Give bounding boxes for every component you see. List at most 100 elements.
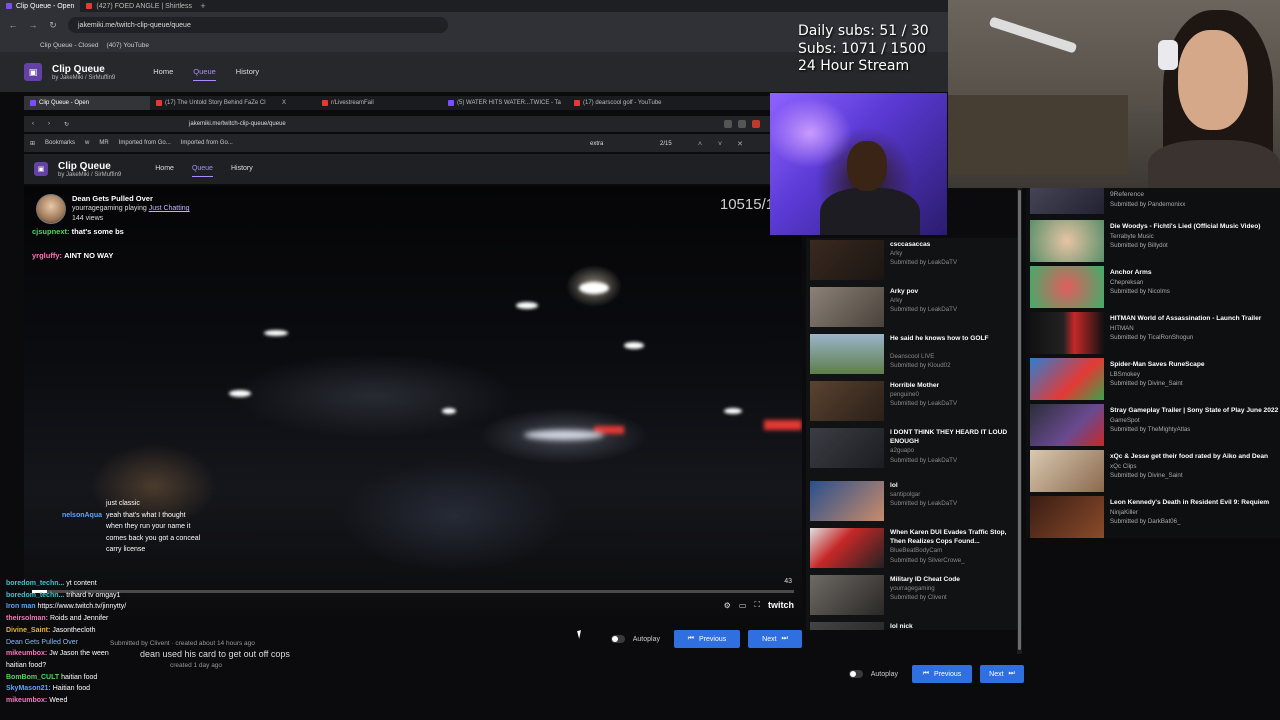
queue-item[interactable]: Horrible Mother penguine0 Submitted by L… (810, 379, 1016, 423)
chat-user: theirsolman: (6, 615, 49, 623)
queue-item[interactable]: Anchor Arms Chepreksan Submitted by Nico… (1030, 266, 1280, 310)
queue-item[interactable]: lol nick (810, 620, 1016, 630)
inner-tab[interactable]: (17) The Untold Story Behind FaZe Cl (150, 96, 276, 110)
queue-item-text: HITMAN World of Assassination - Launch T… (1110, 314, 1280, 343)
queue-item-text: 9Reference Submitted by Pandemonixx (1110, 190, 1280, 209)
fullscreen-icon[interactable]: ⛶ (754, 600, 760, 610)
queue-item-channel: a2guapo (890, 447, 915, 455)
nav-queue[interactable]: Queue (191, 161, 213, 177)
inner-tab[interactable]: Clip Queue - Open (24, 96, 150, 110)
nav-history[interactable]: History (231, 161, 253, 177)
chat-message: Roids and Jennifer (49, 615, 109, 623)
queue-item-text: Military ID Cheat Code yourragegaming Su… (890, 575, 1014, 603)
previous-icon: ⏮ (687, 635, 695, 642)
inner-tab[interactable]: r/LivestreamFail (316, 96, 442, 110)
extension-icon[interactable] (738, 120, 746, 128)
queue-item[interactable]: HITMAN World of Assassination - Launch T… (1030, 312, 1280, 356)
previous-button[interactable]: ⏮ Previous (912, 665, 972, 683)
queue-item-text: lol nick (890, 622, 1014, 630)
queue-item[interactable]: He said he knows how to GOLF Deanscool L… (810, 332, 1016, 376)
extension-icon[interactable] (752, 120, 760, 128)
autoplay-toggle[interactable] (848, 670, 863, 678)
nav-queue[interactable]: Queue (193, 63, 216, 81)
twitch-wordmark[interactable]: twitch (768, 600, 794, 610)
queue-item[interactable]: Stray Gameplay Trailer | Sony State of P… (1030, 404, 1280, 448)
back-arrow-icon[interactable]: ‹ (32, 121, 34, 127)
find-previous-icon[interactable]: ˄ (690, 141, 710, 148)
nav-home[interactable]: Home (153, 63, 173, 81)
outer-tab-clip-queue[interactable]: Clip Queue - Open (0, 0, 81, 12)
scrollbar-thumb[interactable] (1018, 190, 1021, 650)
queue-item[interactable]: I DONT THINK THEY HEARD IT LOUD ENOUGH a… (810, 426, 1016, 470)
chat-user: Iron man (6, 603, 36, 611)
queue-item[interactable]: Leon Kennedy's Death in Resident Evil 9:… (1030, 496, 1280, 538)
chat-line: carry license (30, 544, 200, 556)
settings-gear-icon[interactable]: ⚙ (724, 601, 731, 610)
queue-item[interactable]: When Karen DUI Evades Traffic Stop, Then… (810, 526, 1016, 570)
outer-address-bar[interactable]: jakemiki.me/twitch-clip-queue/queue (68, 17, 448, 33)
app-title: Clip Queue (58, 160, 111, 172)
back-arrow-icon[interactable]: ← (8, 20, 18, 30)
queue-item[interactable]: csccasaccas Arky Submitted by LeakDaTV (810, 238, 1016, 282)
inner-tab[interactable]: (17) dearscool golf - YouTube (568, 96, 694, 110)
queue-item-title: csccasaccas (890, 241, 931, 248)
queue-item[interactable]: Military ID Cheat Code yourragegaming Su… (810, 573, 1016, 617)
daily-subs: Daily subs: 51 / 30 (798, 23, 929, 39)
apps-grid-icon[interactable]: ⊞ (30, 140, 35, 147)
outer-tab-youtube[interactable]: (427) FOED ANGLE | Shirtless (80, 0, 198, 12)
find-input[interactable]: extra (580, 141, 660, 147)
chat-message: yt content (66, 580, 97, 587)
next-button[interactable]: Next ⏭ (748, 630, 802, 648)
inner-address-bar[interactable]: jakemiki.me/twitch-clip-queue/queue (183, 118, 663, 130)
chat-line: yrgluffy: AINT NO WAY (32, 250, 124, 262)
extension-icon[interactable] (724, 120, 732, 128)
chat-user: BomBom_CULT (6, 673, 60, 681)
find-close-icon[interactable]: ✕ (730, 140, 750, 148)
bookmark-item[interactable]: Bookmarks (45, 140, 75, 146)
queue-item-channel: penguine0 (890, 391, 919, 399)
new-tab-icon[interactable]: + (198, 1, 208, 11)
queue-item-submitter: Submitted by Kloud02 (890, 362, 951, 370)
bookmark-item[interactable]: MR (99, 140, 108, 146)
queue-item-submitter: Submitted by LeakDaTV (890, 259, 958, 267)
queue-item[interactable]: lol santipolgar Submitted by LeakDaTV (810, 479, 1016, 523)
street-light (264, 330, 288, 336)
previous-button[interactable]: ⏮ Previous (674, 630, 740, 648)
queue-item-title: lol nick (890, 623, 913, 630)
forward-arrow-icon[interactable]: → (28, 20, 38, 30)
nav-home[interactable]: Home (155, 161, 174, 177)
clip-thumbnail (1030, 496, 1104, 538)
queue-item[interactable]: Spider-Man Saves RuneScape LBSmokey Subm… (1030, 358, 1280, 402)
bookmark-item[interactable]: Imported from Go... (181, 140, 233, 146)
queue-item-channel: Deanscool LIVE (890, 353, 935, 361)
nav-history[interactable]: History (236, 63, 259, 81)
bookmark-item[interactable]: w (85, 140, 89, 146)
webcam-person-head (847, 141, 887, 191)
queue-item-submitter: Submitted by Divine_Saint (1110, 380, 1183, 387)
queue-item[interactable]: Arky pov Arky Submitted by LeakDaTV (810, 285, 1016, 329)
find-next-icon[interactable]: ˅ (710, 141, 730, 148)
bookmark-item[interactable]: Clip Queue - Closed (40, 42, 99, 49)
bookmark-item[interactable]: Imported from Go... (119, 140, 171, 146)
reload-icon[interactable]: ↻ (48, 20, 58, 31)
reload-icon[interactable]: ↻ (64, 121, 69, 128)
bookmark-item[interactable]: (407) YouTube (107, 42, 149, 49)
queue-item[interactable]: 9Reference Submitted by Pandemonixx (1030, 188, 1280, 216)
queue-item-channel: BlueBeatBodyCam (890, 547, 943, 555)
chat-message: yeah that's what I thought (106, 511, 186, 519)
game-link[interactable]: Just Chatting (149, 205, 190, 212)
inner-tab[interactable]: (5) WATER HITS WATER...TWICE - Ta (442, 96, 568, 110)
queue-item[interactable]: xQc & Jesse get their food rated by Aiko… (1030, 450, 1280, 494)
theater-mode-icon[interactable]: ▭ (739, 601, 747, 610)
queue-scrollbar[interactable] (1017, 188, 1022, 654)
previous-icon: ⏮ (922, 670, 930, 677)
inner-tab[interactable]: X (276, 96, 316, 110)
chat-user: nelsonAqua (61, 511, 102, 519)
channel-name[interactable]: yourragegaming (72, 205, 123, 212)
next-button[interactable]: Next ⏭ (980, 665, 1024, 683)
autoplay-toggle[interactable] (610, 635, 625, 643)
queue-item[interactable]: Die Woodys - Fichti's Lied (Official Mus… (1030, 220, 1280, 264)
clip-thumbnail (810, 428, 884, 468)
chat-message: comes back you got a conceal (106, 534, 201, 542)
forward-arrow-icon[interactable]: › (48, 121, 50, 127)
